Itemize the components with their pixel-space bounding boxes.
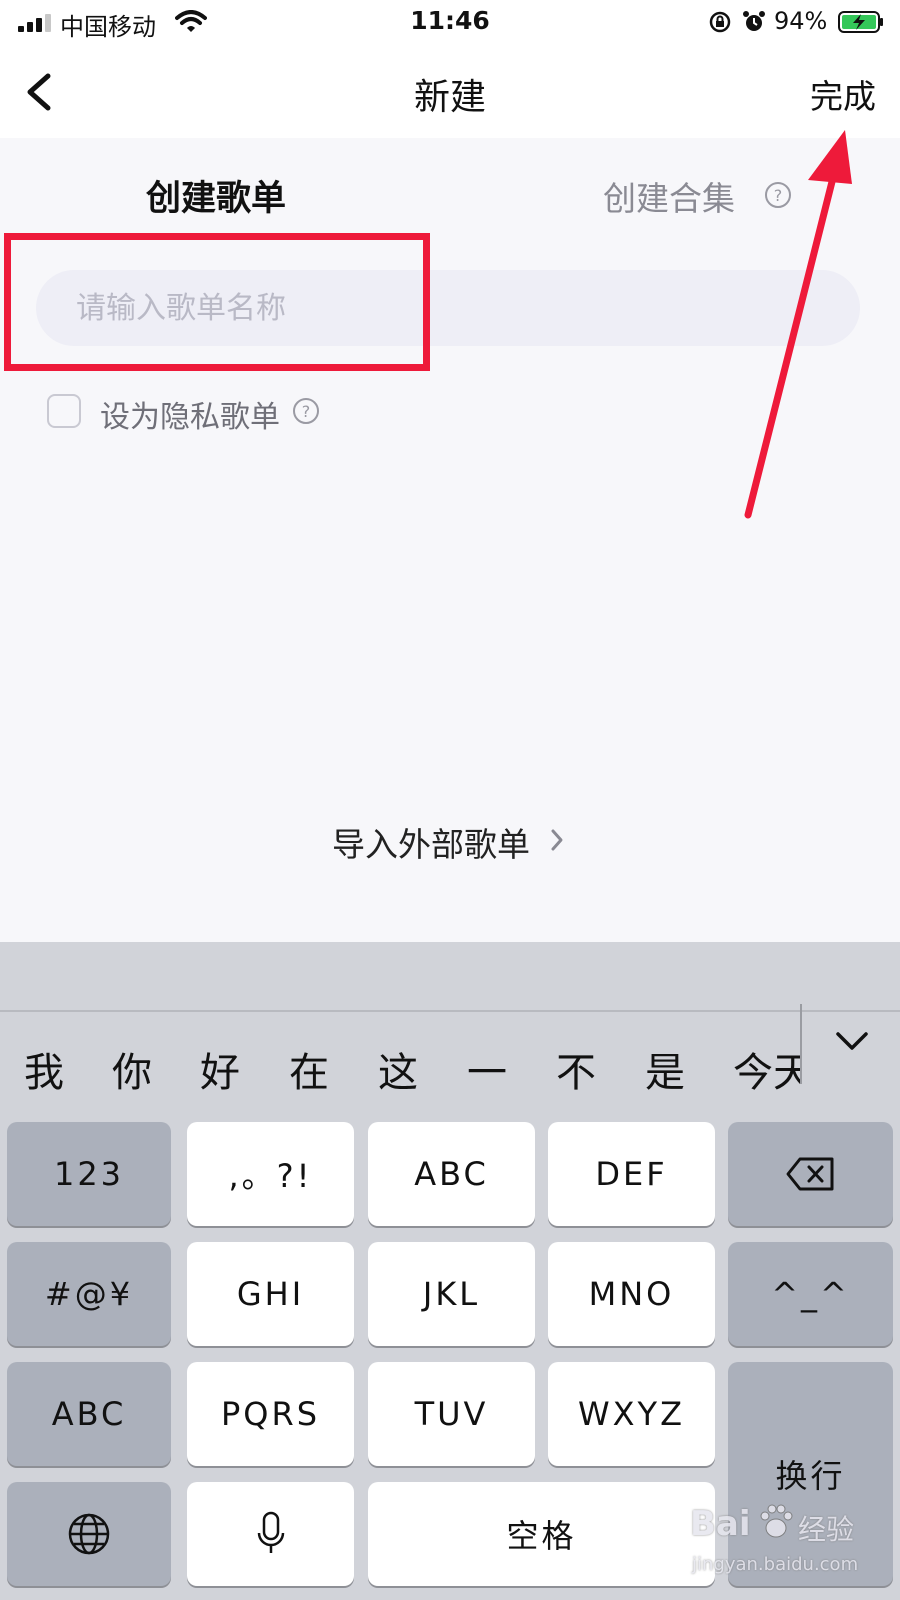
globe-icon (68, 1513, 110, 1555)
battery-charging-icon (838, 11, 883, 33)
candidate-word[interactable]: 是 (645, 1040, 685, 1098)
help-icon[interactable]: ? (764, 181, 792, 209)
candidate-word[interactable]: 不 (556, 1040, 596, 1098)
candidate-bar: 我 你 好 在 这 一 不 是 今天 (0, 1012, 900, 1118)
key-jkl[interactable]: JKL (368, 1242, 535, 1346)
import-external-playlist-link[interactable]: 导入外部歌单 (332, 818, 530, 866)
battery-percent: 94% (774, 7, 828, 35)
svg-text:?: ? (302, 402, 311, 421)
help-icon[interactable]: ? (292, 397, 320, 425)
candidate-word[interactable]: 好 (200, 1040, 240, 1098)
tab-create-playlist[interactable]: 创建歌单 (146, 170, 286, 221)
backspace-icon (786, 1157, 833, 1191)
microphone-icon (257, 1511, 284, 1553)
key-def[interactable]: DEF (548, 1122, 715, 1226)
key-symbols[interactable]: #@¥ (7, 1242, 171, 1346)
candidate-separator (800, 1004, 802, 1084)
candidate-word[interactable]: 你 (112, 1040, 152, 1098)
microphone-button[interactable] (187, 1482, 354, 1586)
key-abc-switch[interactable]: ABC (7, 1362, 171, 1466)
collapse-candidates-button[interactable] (832, 1022, 872, 1062)
key-emoticon[interactable]: ^_^ (728, 1242, 893, 1346)
globe-button[interactable] (7, 1482, 171, 1586)
candidate-word[interactable]: 在 (289, 1040, 329, 1098)
backspace-button[interactable] (728, 1122, 893, 1226)
key-punctuation[interactable]: ,。?! (187, 1122, 354, 1226)
key-123[interactable]: 123 (7, 1122, 171, 1226)
playlist-name-input[interactable] (36, 270, 860, 346)
navigation-bar: 新建 完成 (0, 46, 900, 138)
svg-text:?: ? (774, 186, 783, 205)
key-pqrs[interactable]: PQRS (187, 1362, 354, 1466)
key-abc[interactable]: ABC (368, 1122, 535, 1226)
page-title: 新建 (413, 77, 486, 118)
key-mno[interactable]: MNO (548, 1242, 715, 1346)
candidate-word[interactable]: 一 (467, 1040, 507, 1098)
key-tuv[interactable]: TUV (368, 1362, 535, 1466)
rotation-lock-icon (709, 11, 731, 33)
key-return[interactable]: 换行 (728, 1362, 893, 1586)
candidate-word[interactable]: 这 (378, 1040, 418, 1098)
key-ghi[interactable]: GHI (187, 1242, 354, 1346)
done-button[interactable]: 完成 (810, 70, 876, 118)
candidate-word[interactable]: 我 (24, 1040, 64, 1098)
key-wxyz[interactable]: WXYZ (548, 1362, 715, 1466)
tab-create-collection[interactable]: 创建合集 (603, 172, 735, 220)
private-playlist-checkbox[interactable] (47, 394, 81, 428)
private-playlist-label: 设为隐私歌单 (100, 400, 280, 435)
alarm-icon (743, 11, 765, 31)
candidate-word[interactable]: 今天 (733, 1040, 800, 1098)
keyboard: 我 你 好 在 这 一 不 是 今天 123 ,。?! ABC DEF #@¥ … (0, 942, 900, 1600)
status-bar: 中国移动 11:46 94% (0, 0, 900, 46)
space-key[interactable]: 空格 (368, 1482, 715, 1586)
chevron-right-icon (551, 829, 563, 851)
